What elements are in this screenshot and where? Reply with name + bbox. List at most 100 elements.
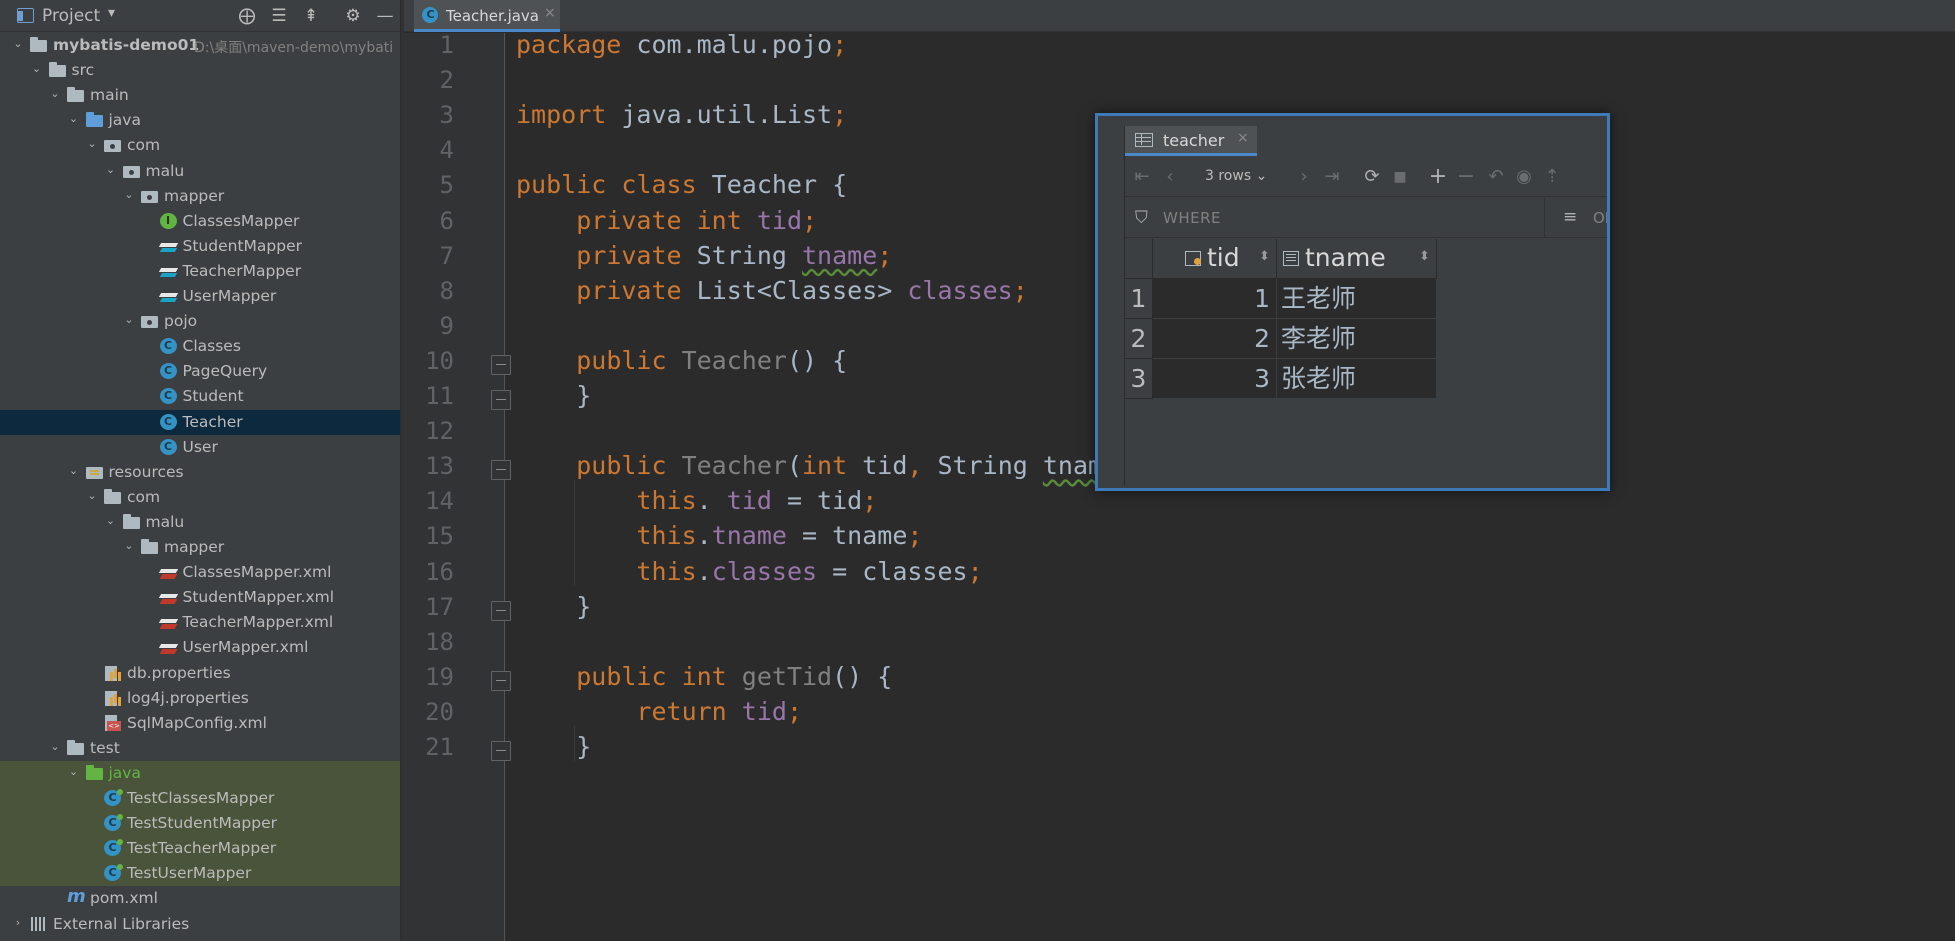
tree-item[interactable]: ⌄ mybatis-demo01 D:\桌面\maven-demo\mybati xyxy=(0,33,400,58)
column-header-tid[interactable]: tid ⬍ xyxy=(1153,239,1277,279)
tree-item[interactable]: ⌄ mapper xyxy=(0,535,400,560)
row-number[interactable]: 2 xyxy=(1125,319,1153,359)
where-filter-input[interactable]: ⛉ WHERE xyxy=(1125,198,1545,238)
tree-item[interactable]: Classes xyxy=(0,334,400,359)
fold-marker-icon[interactable] xyxy=(491,670,511,691)
tab-teacher-java[interactable]: Teacher.java × xyxy=(414,0,560,32)
table-cell-tid[interactable]: 2 xyxy=(1153,319,1277,359)
tree-item[interactable]: StudentMapper xyxy=(0,234,400,259)
code-line[interactable]: public int getTid() { xyxy=(516,662,892,691)
revert-icon[interactable]: ↶ xyxy=(1485,165,1507,189)
table-cell-tid[interactable]: 3 xyxy=(1153,359,1277,399)
table-cell-tid[interactable]: 1 xyxy=(1153,279,1277,319)
code-line[interactable]: } xyxy=(516,592,591,621)
code-line[interactable]: import java.util.List; xyxy=(516,100,847,129)
sort-toggle-icon[interactable]: ⬍ xyxy=(1419,249,1430,264)
close-icon[interactable]: × xyxy=(544,5,556,21)
tree-item[interactable]: PageQuery xyxy=(0,359,400,384)
fold-marker-icon[interactable] xyxy=(491,354,511,375)
tree-item[interactable]: User xyxy=(0,435,400,460)
order-by-input[interactable]: ≡ OR xyxy=(1557,198,1607,238)
chevron-down-icon[interactable]: ⌄ xyxy=(68,464,80,477)
tab-teacher-table[interactable]: teacher × xyxy=(1125,126,1257,156)
tree-item[interactable]: ClassesMapper.xml xyxy=(0,560,400,585)
gear-icon[interactable]: ⚙ xyxy=(342,5,364,27)
add-row-icon[interactable]: + xyxy=(1427,165,1449,189)
chevron-down-icon[interactable]: ⌄ xyxy=(86,138,98,150)
tree-item[interactable]: ⌄ test xyxy=(0,736,400,761)
table-cell-tname[interactable]: 王老师 xyxy=(1277,279,1437,319)
locate-icon[interactable]: ⨁ xyxy=(236,5,258,27)
chevron-down-icon[interactable]: ⌄ xyxy=(123,314,135,326)
tree-item[interactable]: ⌄ pojo xyxy=(0,309,400,334)
row-number[interactable]: 3 xyxy=(1125,359,1153,399)
hide-icon[interactable]: — xyxy=(374,5,396,27)
chevron-down-icon[interactable]: ⌄ xyxy=(12,38,24,50)
tree-item[interactable]: ⌄ malu xyxy=(0,159,400,184)
fold-marker-icon[interactable] xyxy=(491,600,511,621)
rows-count-dropdown[interactable]: 3 rows ⌄ xyxy=(1205,168,1267,184)
tree-item[interactable]: ⌄ resources xyxy=(0,460,400,485)
tree-item[interactable]: ⌄ mapper xyxy=(0,184,400,209)
chevron-down-icon[interactable]: ⌄ xyxy=(49,740,61,753)
table-cell-tname[interactable]: 张老师 xyxy=(1277,359,1437,399)
tree-item[interactable]: ⌄ com xyxy=(0,133,400,158)
code-line[interactable]: this. tid = tid; xyxy=(516,486,877,515)
tree-item[interactable]: db.properties xyxy=(0,661,400,686)
chevron-down-icon[interactable]: ⌄ xyxy=(105,514,117,527)
tree-item[interactable]: ClassesMapper xyxy=(0,209,400,234)
tree-item[interactable]: TeacherMapper.xml xyxy=(0,610,400,635)
row-number[interactable]: 1 xyxy=(1125,279,1153,319)
code-line[interactable]: public Teacher() { xyxy=(516,346,847,375)
first-page-icon[interactable]: ⇤ xyxy=(1131,165,1153,189)
chevron-down-icon[interactable]: ⌄ xyxy=(105,163,117,176)
tree-item[interactable]: Teacher xyxy=(0,409,400,435)
tree-item[interactable]: SqlMapConfig.xml xyxy=(0,711,400,736)
tree-item[interactable]: pom.xml xyxy=(0,886,400,911)
tree-item[interactable]: UserMapper.xml xyxy=(0,635,400,660)
chevron-down-icon[interactable]: ⌄ xyxy=(123,188,135,201)
chevron-down-icon[interactable]: ▾ xyxy=(108,5,115,21)
project-panel-title[interactable]: Project xyxy=(42,6,100,26)
tree-item[interactable]: TestTeacherMapper xyxy=(0,836,400,862)
code-line[interactable]: this.tname = tname; xyxy=(516,521,922,550)
last-page-icon[interactable]: ⇥ xyxy=(1321,165,1343,189)
tree-item[interactable]: ›Scratches and Consoles xyxy=(0,937,400,941)
chevron-down-icon[interactable]: ⌄ xyxy=(86,489,98,502)
chevron-down-icon[interactable]: ⌄ xyxy=(49,88,61,100)
submit-icon[interactable]: ⇡ xyxy=(1541,165,1563,189)
delete-row-icon[interactable]: − xyxy=(1455,165,1477,189)
sort-toggle-icon[interactable]: ⬍ xyxy=(1259,249,1270,264)
fold-marker-icon[interactable] xyxy=(491,390,511,410)
tree-item[interactable]: ⌄ main xyxy=(0,83,400,108)
chevron-down-icon[interactable]: ⌄ xyxy=(68,113,80,125)
chevron-right-icon[interactable]: › xyxy=(12,916,24,929)
code-line[interactable]: private int tid; xyxy=(516,206,817,235)
preview-icon[interactable]: ◉ xyxy=(1513,165,1535,189)
code-line[interactable]: package com.malu.pojo; xyxy=(516,33,847,59)
table-cell-tname[interactable]: 李老师 xyxy=(1277,319,1437,359)
code-line[interactable]: } xyxy=(516,732,591,761)
stop-icon[interactable]: ■ xyxy=(1389,165,1411,189)
prev-page-icon[interactable]: ‹ xyxy=(1159,165,1181,189)
tree-item[interactable]: TestUserMapper xyxy=(0,861,400,887)
tree-item[interactable]: TestClassesMapper xyxy=(0,786,400,811)
fold-marker-icon[interactable] xyxy=(491,741,511,761)
expand-all-icon[interactable]: ☰ xyxy=(268,5,290,27)
tree-item[interactable]: UserMapper xyxy=(0,284,400,309)
code-line[interactable]: private List<Classes> classes; xyxy=(516,276,1028,305)
tree-item[interactable]: ⌄ com xyxy=(0,485,400,510)
fold-marker-icon[interactable] xyxy=(491,460,511,481)
tree-item[interactable]: StudentMapper.xml xyxy=(0,585,400,610)
column-header-tname[interactable]: tname ⬍ xyxy=(1277,239,1437,279)
refresh-icon[interactable]: ⟳ xyxy=(1361,165,1383,189)
tree-item[interactable]: ⌄ src xyxy=(0,58,400,83)
tree-item[interactable]: ⌄ malu xyxy=(0,510,400,535)
tree-item[interactable]: TeacherMapper xyxy=(0,259,400,284)
code-line[interactable]: this.classes = classes; xyxy=(516,557,982,586)
code-line[interactable]: public class Teacher { xyxy=(516,170,847,199)
collapse-all-icon[interactable]: ⇞ xyxy=(300,5,322,27)
next-page-icon[interactable]: › xyxy=(1293,165,1315,189)
chevron-down-icon[interactable]: ⌄ xyxy=(123,540,135,552)
code-line[interactable]: } xyxy=(516,381,591,410)
